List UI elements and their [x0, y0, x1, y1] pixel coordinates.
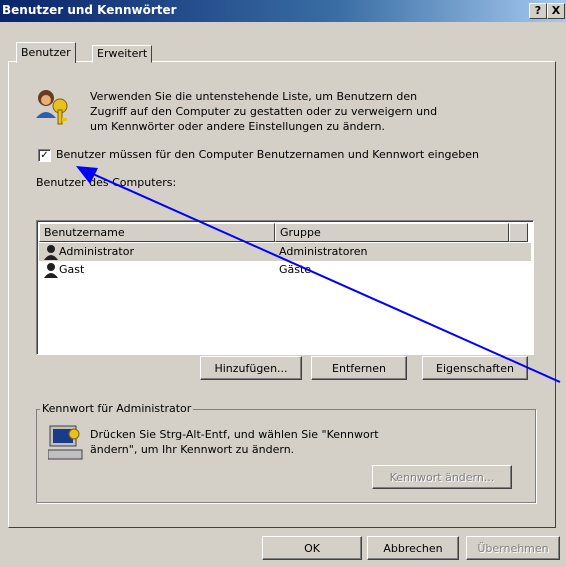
tab-label: Benutzer	[21, 46, 71, 59]
annotation-arrow	[76, 166, 561, 383]
dialog-window: Benutzer und Kennwörter ? X Benutzer Erw…	[0, 0, 566, 567]
tab-benutzer[interactable]: Benutzer	[16, 42, 76, 63]
